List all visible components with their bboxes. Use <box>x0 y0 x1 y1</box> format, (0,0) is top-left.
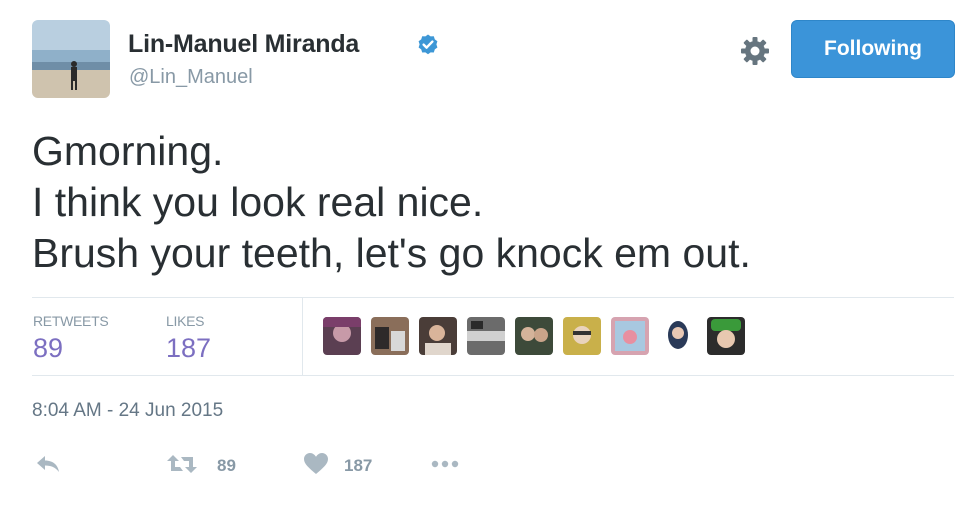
divider <box>32 375 954 376</box>
retweet-icon <box>167 455 197 473</box>
heart-icon <box>304 453 328 474</box>
following-button[interactable]: Following <box>791 20 955 78</box>
liker-avatar[interactable] <box>659 317 697 355</box>
more-button[interactable] <box>430 450 464 482</box>
reply-icon <box>37 456 59 472</box>
tweet-text: Gmorning. I think you look real nice. Br… <box>32 126 751 279</box>
reply-button[interactable] <box>34 450 64 482</box>
beach-silhouette-avatar <box>32 20 110 98</box>
verified-badge-icon <box>418 34 438 55</box>
tweet-line: Brush your teeth, let's go knock em out. <box>32 230 751 276</box>
author-name[interactable]: Lin-Manuel Miranda <box>128 30 359 59</box>
retweet-button[interactable]: 89 <box>164 450 244 482</box>
gear-icon[interactable] <box>738 34 772 68</box>
liker-avatar[interactable] <box>707 317 745 355</box>
liker-avatar[interactable] <box>563 317 601 355</box>
likes-count[interactable]: 187 <box>166 333 211 364</box>
liker-avatar[interactable] <box>611 317 649 355</box>
retweet-count: 89 <box>217 456 236 475</box>
author-handle[interactable]: @Lin_Manuel <box>129 66 253 89</box>
tweet-line: I think you look real nice. <box>32 179 484 225</box>
retweets-label: RETWEETS <box>33 313 109 329</box>
liker-avatar[interactable] <box>323 317 361 355</box>
liker-avatar[interactable] <box>515 317 553 355</box>
author-avatar[interactable] <box>32 20 110 98</box>
more-dots-icon <box>431 460 459 468</box>
liker-avatar[interactable] <box>371 317 409 355</box>
liker-avatar[interactable] <box>419 317 457 355</box>
likes-label: LIKES <box>166 313 205 329</box>
like-button[interactable]: 187 <box>302 450 382 482</box>
tweet-line: Gmorning. <box>32 128 224 174</box>
stats-divider <box>302 298 303 375</box>
divider <box>32 297 954 298</box>
like-count: 187 <box>344 456 373 475</box>
tweet-timestamp[interactable]: 8:04 AM - 24 Jun 2015 <box>32 400 223 422</box>
retweets-count[interactable]: 89 <box>33 333 63 364</box>
liker-avatar[interactable] <box>467 317 505 355</box>
